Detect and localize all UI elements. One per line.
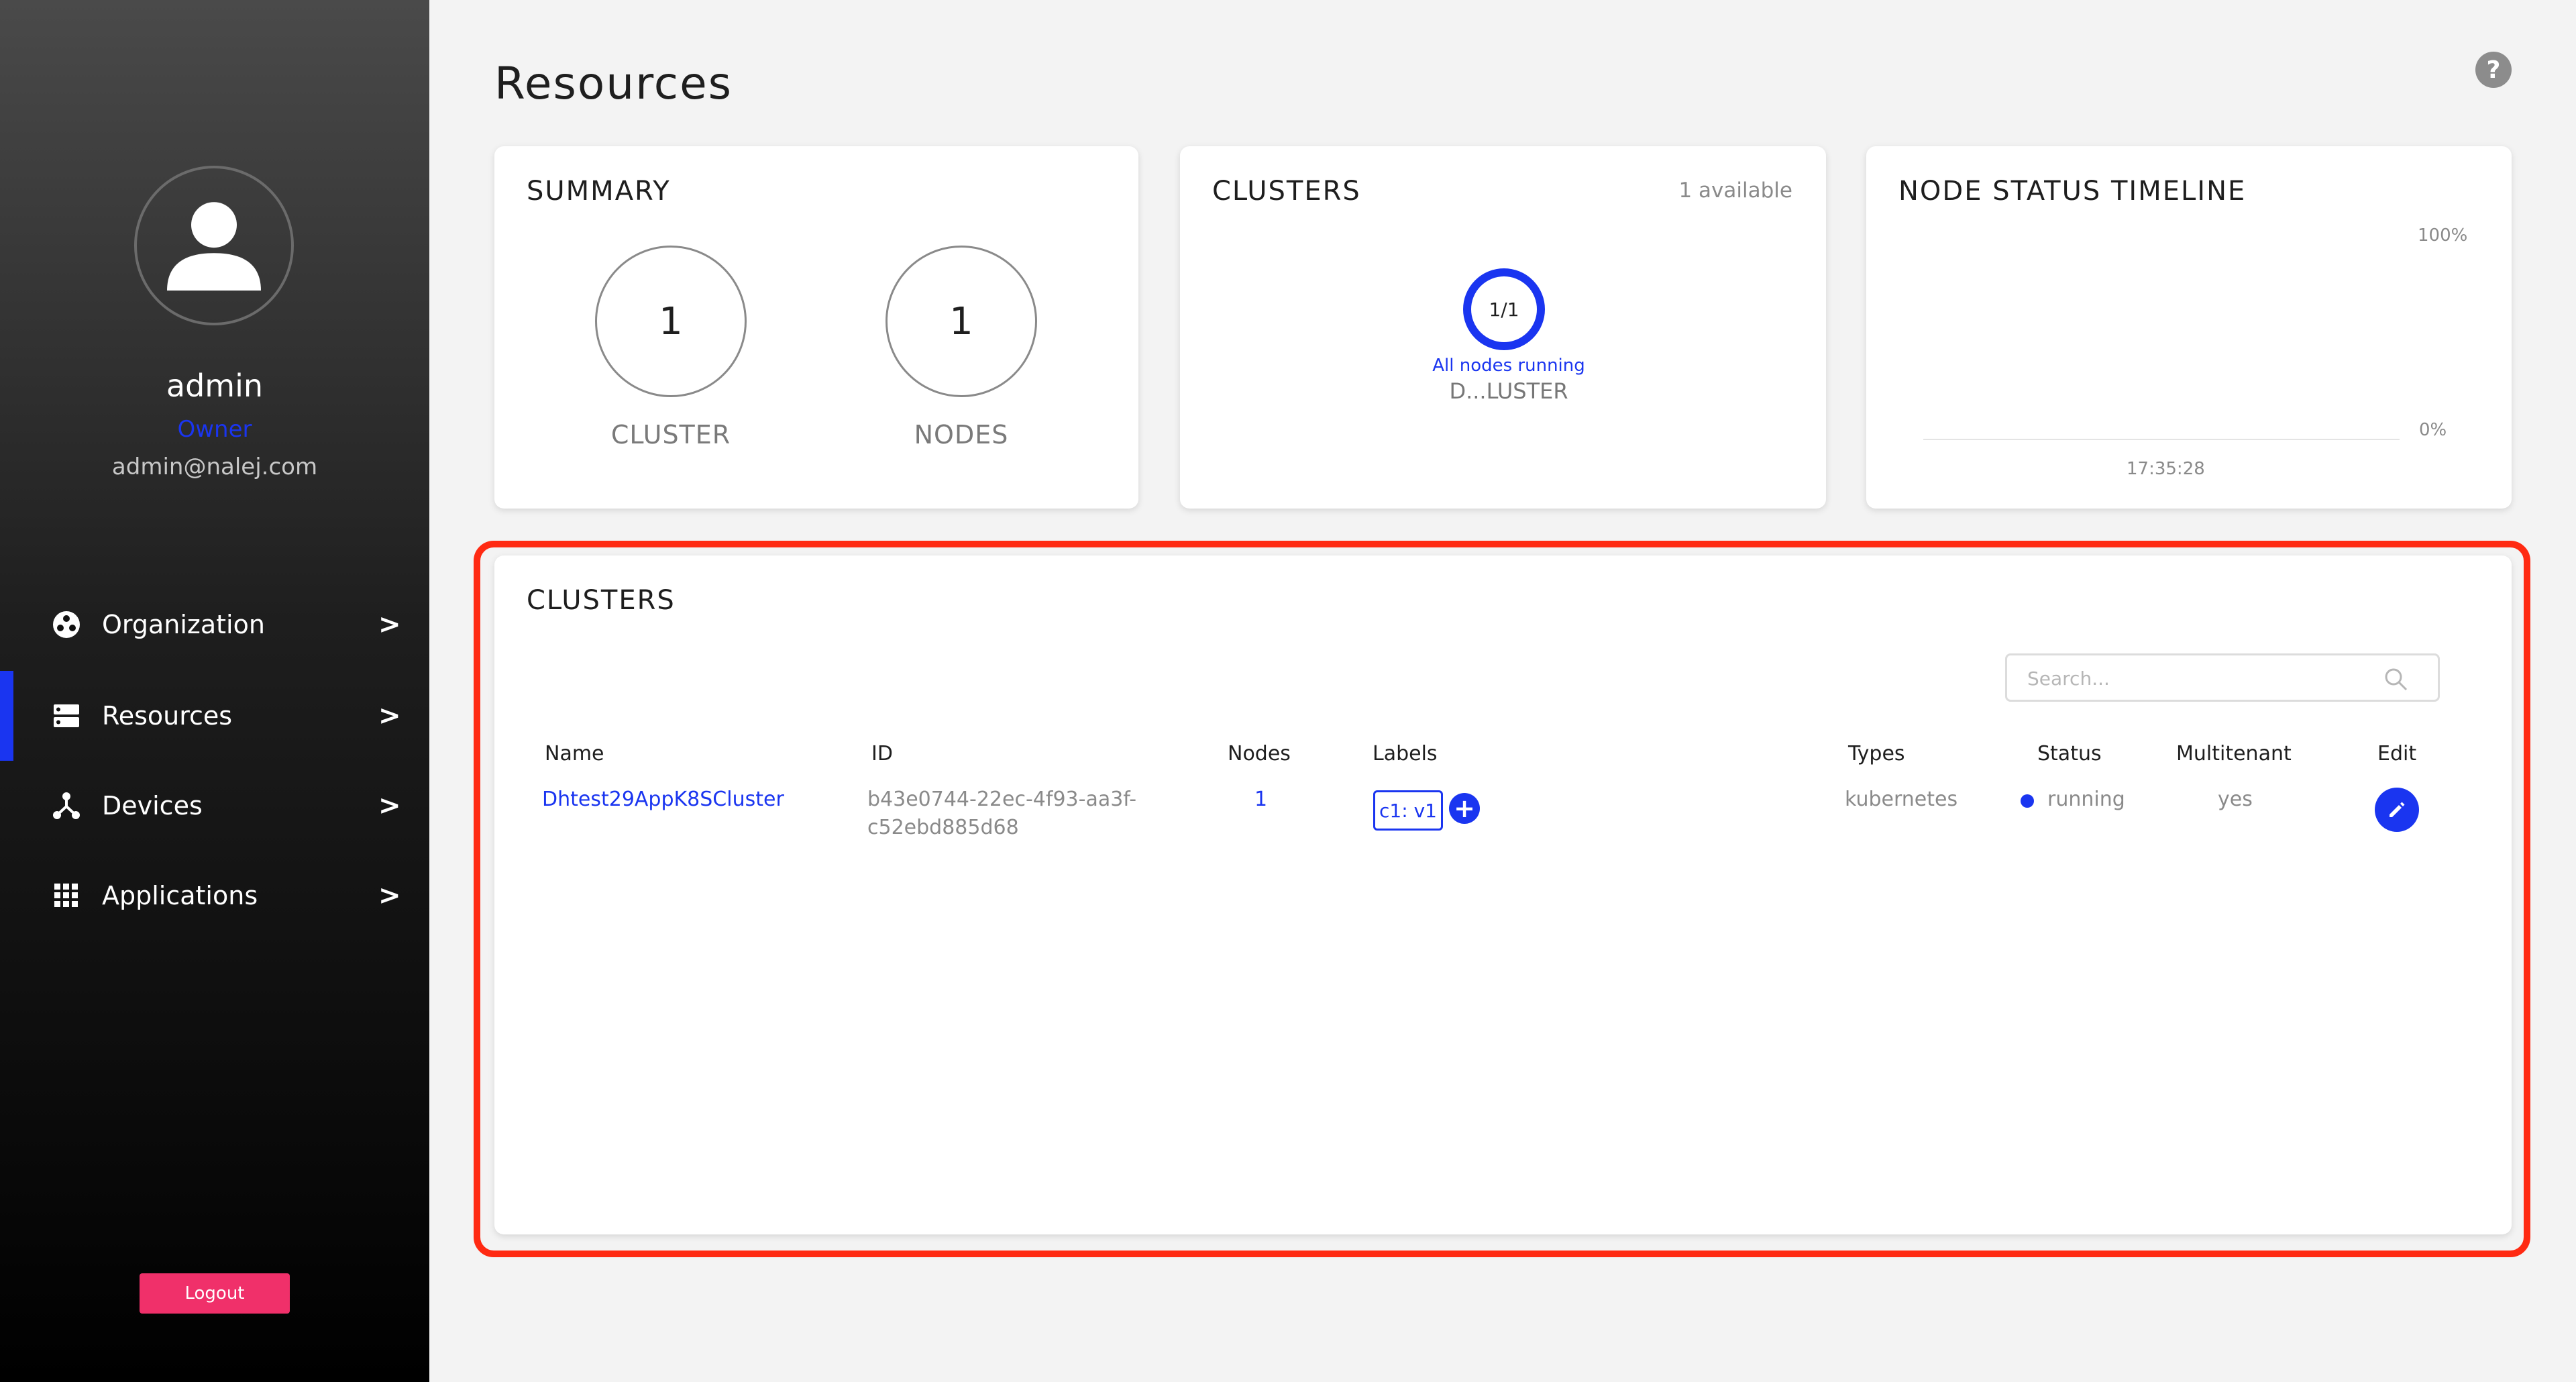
sidebar-item-label: Applications [102,881,258,910]
column-header-name[interactable]: Name [545,742,604,765]
summary-card: SUMMARY 1 CLUSTER 1 NODES [494,146,1138,509]
cluster-name-link[interactable]: Dhtest29AppK8SCluster [542,788,784,811]
cluster-id: b43e0744-22ec-4f93-aa3f- [867,788,1137,811]
nodes-count: 1 [885,246,1037,397]
cluster-status: running [2047,788,2125,811]
edit-cluster-button[interactable] [2375,788,2419,832]
column-header-types[interactable]: Types [1848,742,1905,765]
search-icon[interactable] [2383,666,2410,693]
donut-status: All nodes running [1432,356,1585,376]
clusters-overview-card: CLUSTERS 1 available 1/1 All nodes runni… [1180,146,1826,509]
column-header-status[interactable]: Status [2037,742,2102,765]
cluster-nodes-count[interactable]: 1 [1254,788,1267,811]
plus-icon: + [1454,794,1475,823]
column-header-id[interactable]: ID [871,742,893,765]
timeline-baseline [1923,439,2400,440]
nodes-count-label: NODES [914,420,1009,449]
search-input[interactable] [2027,663,2376,693]
avatar [134,166,294,325]
cluster-count-label: CLUSTER [610,420,731,449]
label-chip[interactable]: c1: v1 [1373,790,1443,831]
sidebar-item-devices[interactable]: Devices > [0,761,429,851]
sidebar-item-applications[interactable]: Applications > [0,851,429,941]
cluster-id-continued: c52ebd885d68 [867,816,1019,839]
column-header-edit: Edit [2377,742,2417,765]
card-title: SUMMARY [527,176,671,207]
user-icon [167,202,261,291]
x-axis-time-label: 17:35:28 [2127,459,2205,479]
user-role: Owner [177,416,252,443]
sidebar-item-label: Organization [102,610,265,639]
chevron-right-icon: > [378,790,401,821]
organization-icon [52,610,80,639]
available-count: 1 available [1678,178,1792,203]
cluster-count: 1 [595,246,747,397]
add-label-button[interactable]: + [1449,793,1480,824]
page-title: Resources [494,58,733,109]
column-header-nodes[interactable]: Nodes [1228,742,1291,765]
column-header-multitenant[interactable]: Multitenant [2176,742,2292,765]
y-axis-max-label: 100% [2418,225,2468,246]
sidebar-item-label: Resources [102,701,233,731]
user-email: admin@nalej.com [111,454,318,480]
resources-icon [52,702,80,730]
sidebar-item-resources[interactable]: Resources > [0,671,429,761]
applications-icon [52,882,80,910]
sidebar-item-label: Devices [102,791,203,820]
pencil-icon [2390,802,2405,817]
y-axis-min-label: 0% [2419,420,2447,440]
card-title: CLUSTERS [1212,176,1361,207]
help-icon[interactable]: ? [2475,52,2512,88]
card-title: CLUSTERS [527,585,676,616]
devices-icon [52,792,80,820]
logout-button[interactable]: Logout [140,1273,290,1314]
sidebar: admin Owner admin@nalej.com Organization… [0,0,429,1382]
chevron-right-icon: > [378,880,401,911]
search-box [2005,653,2440,702]
card-title: NODE STATUS TIMELINE [1898,176,2247,207]
column-header-labels[interactable]: Labels [1373,742,1438,765]
cluster-donut[interactable]: 1/1 [1463,268,1545,350]
sidebar-item-organization[interactable]: Organization > [0,580,429,670]
chevron-right-icon: > [378,700,401,731]
cluster-multitenant: yes [2218,788,2253,811]
donut-cluster-name: D...LUSTER [1449,378,1568,404]
donut-value: 1/1 [1489,298,1519,321]
status-dot-icon [2021,794,2034,808]
chevron-right-icon: > [378,609,401,640]
cluster-type: kubernetes [1845,788,1958,811]
node-status-timeline-card: NODE STATUS TIMELINE 100% 0% 17:35:28 [1866,146,2512,509]
user-name: admin [166,368,264,404]
